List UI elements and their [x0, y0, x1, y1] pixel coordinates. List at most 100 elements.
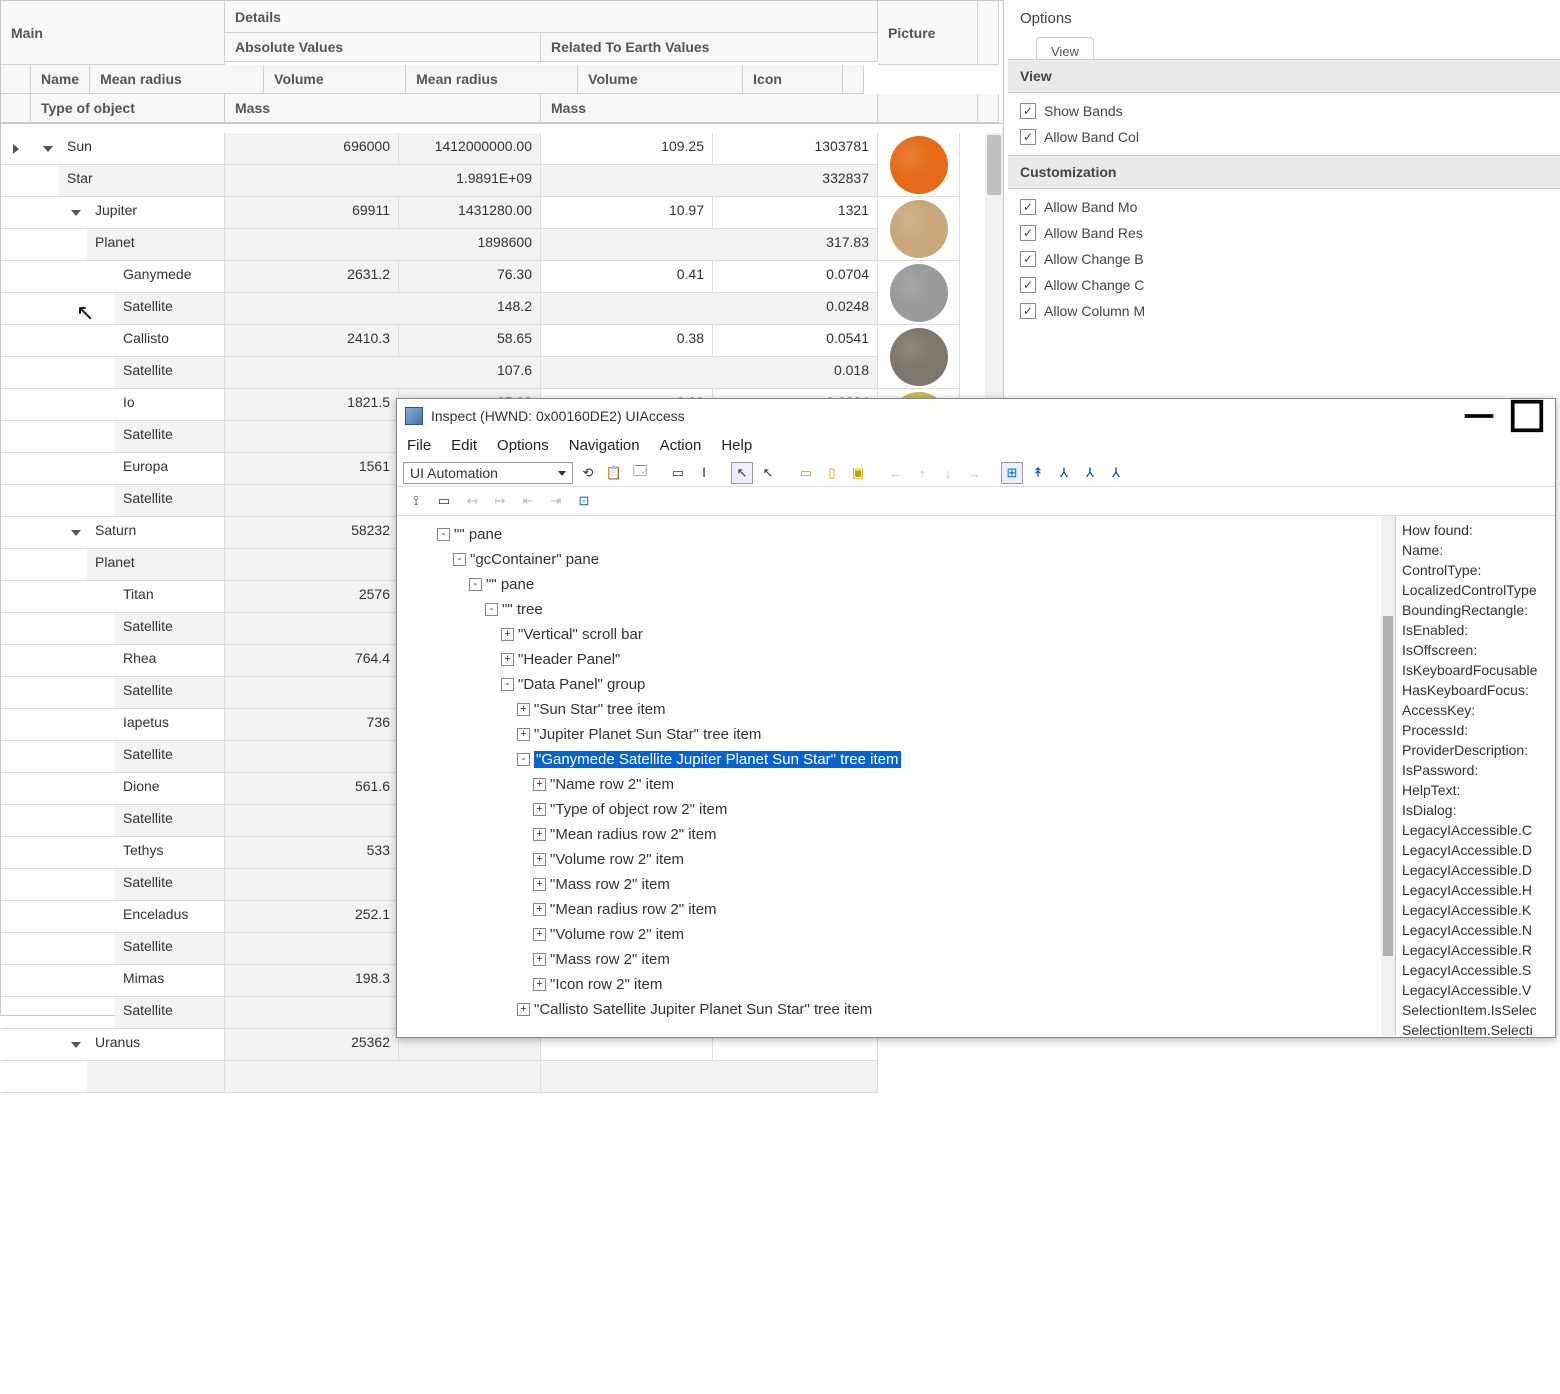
checkbox-option[interactable]: ✓Allow Change B — [1020, 251, 1548, 267]
cell-name[interactable]: Ganymede — [115, 261, 225, 293]
checkbox-option[interactable]: ✓Allow Band Mo — [1020, 199, 1548, 215]
menu-help[interactable]: Help — [721, 437, 752, 454]
toolbar-btn-children[interactable]: ⅄ — [1053, 462, 1075, 484]
checkbox-option[interactable]: ✓Allow Column M — [1020, 303, 1548, 319]
collapse-icon[interactable]: - — [501, 678, 514, 691]
options-tab-view[interactable]: View — [1036, 37, 1094, 59]
minimize-button[interactable] — [1459, 402, 1499, 430]
collapse-icon[interactable]: - — [517, 753, 530, 766]
tree-item[interactable]: +"Sun Star" tree item — [401, 697, 1391, 722]
chevron-down-icon[interactable] — [71, 1042, 81, 1048]
toolbar2-btn-2[interactable]: ▭ — [433, 490, 455, 512]
toolbar-btn-tree[interactable]: ⊞ — [1001, 462, 1023, 484]
toolbar2-btn-6[interactable]: ⇥ — [545, 490, 567, 512]
cell-name[interactable]: Sun — [59, 133, 225, 165]
cell-name[interactable]: Callisto — [115, 325, 225, 357]
cell-name[interactable]: Iapetus — [115, 709, 225, 741]
nav-right-icon[interactable]: → — [963, 462, 985, 484]
checkbox-option[interactable]: ✓Allow Band Col — [1020, 129, 1548, 145]
toolbar-btn-sib1[interactable]: ⅄ — [1079, 462, 1101, 484]
expand-icon[interactable]: + — [517, 1003, 530, 1016]
col-icon[interactable]: Icon — [743, 65, 843, 94]
col-volume-abs[interactable]: Volume — [264, 65, 406, 94]
band-main[interactable]: Main — [1, 1, 225, 65]
tree-scrollbar[interactable] — [1381, 516, 1395, 1036]
collapse-icon[interactable]: - — [437, 528, 450, 541]
toolbar-btn-rect[interactable]: ▭ — [667, 462, 689, 484]
toolbar-btn-3[interactable]: 🗔 — [629, 462, 651, 484]
tree-item[interactable]: +"Name row 2" item — [401, 772, 1391, 797]
expand-icon[interactable]: + — [533, 978, 546, 991]
expand-icon[interactable]: + — [533, 903, 546, 916]
expand-icon[interactable]: + — [533, 878, 546, 891]
expand-icon[interactable]: + — [533, 803, 546, 816]
expand-icon[interactable]: + — [501, 653, 514, 666]
nav-up-icon[interactable]: ↑ — [911, 462, 933, 484]
tree-item[interactable]: -"Data Panel" group — [401, 672, 1391, 697]
automation-mode-combo[interactable]: UI Automation — [403, 462, 573, 484]
toolbar2-btn-1[interactable]: ⟟ — [405, 490, 427, 512]
expand-icon[interactable]: + — [501, 628, 514, 641]
expand-icon[interactable]: + — [533, 778, 546, 791]
ui-tree[interactable]: -"" pane-"gcContainer" pane-"" pane-"" t… — [397, 516, 1395, 1036]
col-meanradius-abs[interactable]: Mean radius — [90, 65, 264, 94]
menu-options[interactable]: Options — [497, 437, 549, 454]
tree-item[interactable]: -"gcContainer" pane — [401, 547, 1391, 572]
col-type[interactable]: Type of object — [31, 94, 225, 123]
band-picture[interactable]: Picture — [878, 1, 978, 65]
data-row-sub[interactable]: Star1.9891E+09332837 — [1, 165, 1003, 197]
cell-name[interactable]: Io — [115, 389, 225, 421]
toolbar-btn-sib2[interactable]: ⅄ — [1105, 462, 1127, 484]
toolbar2-btn-5[interactable]: ⇤ — [517, 490, 539, 512]
chevron-down-icon[interactable] — [43, 146, 53, 152]
cell-name[interactable]: Dione — [115, 773, 225, 805]
checkbox-option[interactable]: ✓Allow Band Res — [1020, 225, 1548, 241]
tree-item[interactable]: +"Callisto Satellite Jupiter Planet Sun … — [401, 997, 1391, 1022]
col-mass-rel[interactable]: Mass — [541, 94, 878, 123]
data-row-sub[interactable]: Planet1898600317.83 — [1, 229, 1003, 261]
toolbar-btn-2[interactable]: 📋 — [603, 462, 625, 484]
subband-absolute[interactable]: Absolute Values — [225, 33, 541, 62]
toolbar2-btn-4[interactable]: ↦ — [489, 490, 511, 512]
menu-file[interactable]: File — [407, 437, 431, 454]
tree-item[interactable]: +"Mean radius row 2" item — [401, 897, 1391, 922]
maximize-button[interactable] — [1507, 402, 1547, 430]
toolbar-btn-1[interactable]: ⟲ — [577, 462, 599, 484]
cell-name[interactable]: Jupiter — [87, 197, 225, 229]
expand-icon[interactable]: + — [517, 703, 530, 716]
tree-item[interactable]: +"Mass row 2" item — [401, 872, 1391, 897]
data-row[interactable]: Sun6960001412000000.00109.251303781 — [1, 133, 1003, 165]
tree-item[interactable]: -"" tree — [401, 597, 1391, 622]
data-row-sub[interactable] — [1, 1061, 1003, 1093]
col-mass-abs[interactable]: Mass — [225, 94, 541, 123]
col-name[interactable]: Name — [31, 65, 90, 94]
toolbar-btn-cursor2[interactable]: ↖ — [757, 462, 779, 484]
menu-action[interactable]: Action — [660, 437, 702, 454]
chevron-down-icon[interactable] — [71, 210, 81, 216]
tree-item[interactable]: +"Jupiter Planet Sun Star" tree item — [401, 722, 1391, 747]
checkbox-option[interactable]: ✓Show Bands — [1020, 103, 1548, 119]
cell-name[interactable]: Titan — [115, 581, 225, 613]
tree-item[interactable]: +"Type of object row 2" item — [401, 797, 1391, 822]
tree-item[interactable]: +"Volume row 2" item — [401, 922, 1391, 947]
collapse-icon[interactable]: - — [469, 578, 482, 591]
collapse-icon[interactable]: - — [453, 553, 466, 566]
cell-name[interactable]: Europa — [115, 453, 225, 485]
tree-item[interactable]: -"" pane — [401, 572, 1391, 597]
tree-item[interactable]: +"Mass row 2" item — [401, 947, 1391, 972]
tree-item[interactable]: +"Mean radius row 2" item — [401, 822, 1391, 847]
toolbar2-btn-3[interactable]: ↤ — [461, 490, 483, 512]
nav-left-icon[interactable]: ← — [885, 462, 907, 484]
data-row[interactable]: Ganymede2631.276.300.410.0704 — [1, 261, 1003, 293]
toolbar-btn-caret[interactable]: Ⅰ — [693, 462, 715, 484]
expand-icon[interactable]: + — [533, 928, 546, 941]
expand-all-icon[interactable] — [13, 144, 19, 154]
expand-icon[interactable]: + — [533, 828, 546, 841]
data-row[interactable]: Jupiter699111431280.0010.971321 — [1, 197, 1003, 229]
data-row-sub[interactable]: Satellite107.60.018 — [1, 357, 1003, 389]
tree-item[interactable]: +"Header Panel" — [401, 647, 1391, 672]
tree-item[interactable]: +"Volume row 2" item — [401, 847, 1391, 872]
cell-name[interactable]: Saturn — [87, 517, 225, 549]
nav-down-icon[interactable]: ↓ — [937, 462, 959, 484]
tree-item[interactable]: -"" pane — [401, 522, 1391, 547]
